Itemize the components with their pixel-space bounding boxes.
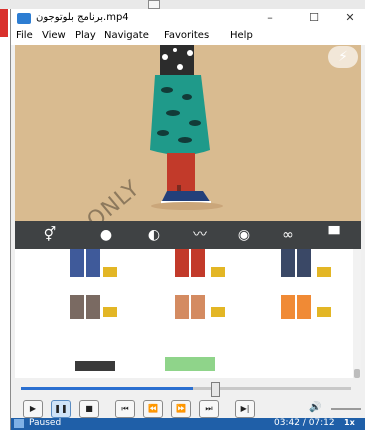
volume-icon[interactable]: 🔊 — [309, 402, 325, 414]
clothing-scrollbar[interactable] — [353, 249, 361, 378]
seek-track[interactable] — [21, 382, 351, 397]
pants-item-1 — [70, 249, 117, 277]
menu-file[interactable]: File — [16, 30, 33, 41]
pants-item-3 — [281, 249, 331, 277]
seek-bar[interactable] — [11, 378, 365, 398]
status-text: Paused — [29, 418, 62, 428]
app-icon — [17, 13, 31, 24]
stop-icon[interactable]: ■ — [79, 400, 99, 418]
title-bar[interactable]: برنامج بلوتوجون.mp4 – ☐ ✕ — [11, 9, 365, 29]
seek-thumb[interactable] — [211, 382, 220, 397]
glasses-icon[interactable]: ∞ — [277, 225, 299, 245]
pants-item-2 — [175, 249, 225, 277]
seek-progress — [21, 387, 193, 390]
clothing-grid — [15, 249, 361, 378]
background-scroll-thumb[interactable] — [148, 0, 160, 9]
minimize-button[interactable]: – — [257, 10, 283, 26]
lightning-icon[interactable]: ⚡ — [328, 46, 358, 68]
previous-icon[interactable]: ⏮ — [115, 400, 135, 418]
status-bar: Paused 03:42 / 07:12 1x — [11, 418, 365, 430]
menu-favorites[interactable]: Favorites — [164, 30, 209, 41]
background-red-tab — [0, 9, 8, 37]
menu-play[interactable]: Play — [75, 30, 96, 41]
playback-time: 03:42 / 07:12 — [274, 418, 335, 428]
playback-controls: ▶ ❚❚ ■ ⏮ ⏪ ⏩ ⏭ ▶| 🔊 — [11, 398, 365, 418]
clothing-items — [70, 249, 331, 371]
menu-view[interactable]: View — [42, 30, 66, 41]
shorts-item-3 — [281, 295, 331, 319]
character-figure — [150, 45, 223, 210]
next-icon[interactable]: ⏭ — [199, 400, 219, 418]
playback-speed: 1x — [344, 418, 355, 427]
media-player-window: برنامج بلوتوجون.mp4 – ☐ ✕ File View Play… — [10, 9, 365, 430]
hair-icon[interactable]: ◐ — [143, 225, 165, 245]
pause-icon[interactable]: ❚❚ — [51, 400, 71, 418]
shorts-item-2 — [175, 295, 225, 319]
volume-slider[interactable] — [331, 408, 361, 410]
close-button[interactable]: ✕ — [337, 10, 363, 26]
shorts-item-1 — [70, 295, 117, 319]
menu-bar: File View Play Navigate Favorites Help — [11, 29, 365, 45]
play-icon[interactable]: ▶ — [23, 400, 43, 418]
background-scroll-strip — [0, 0, 365, 9]
eye-icon[interactable]: ◉ — [233, 225, 255, 245]
gender-icon[interactable]: ⚥ — [39, 225, 61, 245]
head-icon[interactable]: ● — [95, 225, 117, 245]
menu-navigate[interactable]: Navigate — [104, 30, 149, 41]
rewind-icon[interactable]: ⏪ — [143, 400, 163, 418]
scrollbar-thumb[interactable] — [354, 369, 360, 378]
customization-toolbar: ⚥ ● ◐ 〰 ◉ ∞ ▀ — [15, 221, 361, 249]
menu-help[interactable]: Help — [230, 30, 253, 41]
status-icon — [14, 419, 24, 428]
fast-forward-icon[interactable]: ⏩ — [171, 400, 191, 418]
mustache-icon[interactable]: 〰 — [189, 225, 211, 245]
shirt-icon[interactable]: ▀ — [323, 225, 345, 245]
frame-step-icon[interactable]: ▶| — [235, 400, 255, 418]
window-title: برنامج بلوتوجون.mp4 — [36, 12, 129, 23]
video-area[interactable]: USE ONLY ⚡ ⚥ ● ◐ 〰 ◉ ∞ ▀ — [15, 45, 361, 378]
maximize-button[interactable]: ☐ — [301, 10, 327, 26]
